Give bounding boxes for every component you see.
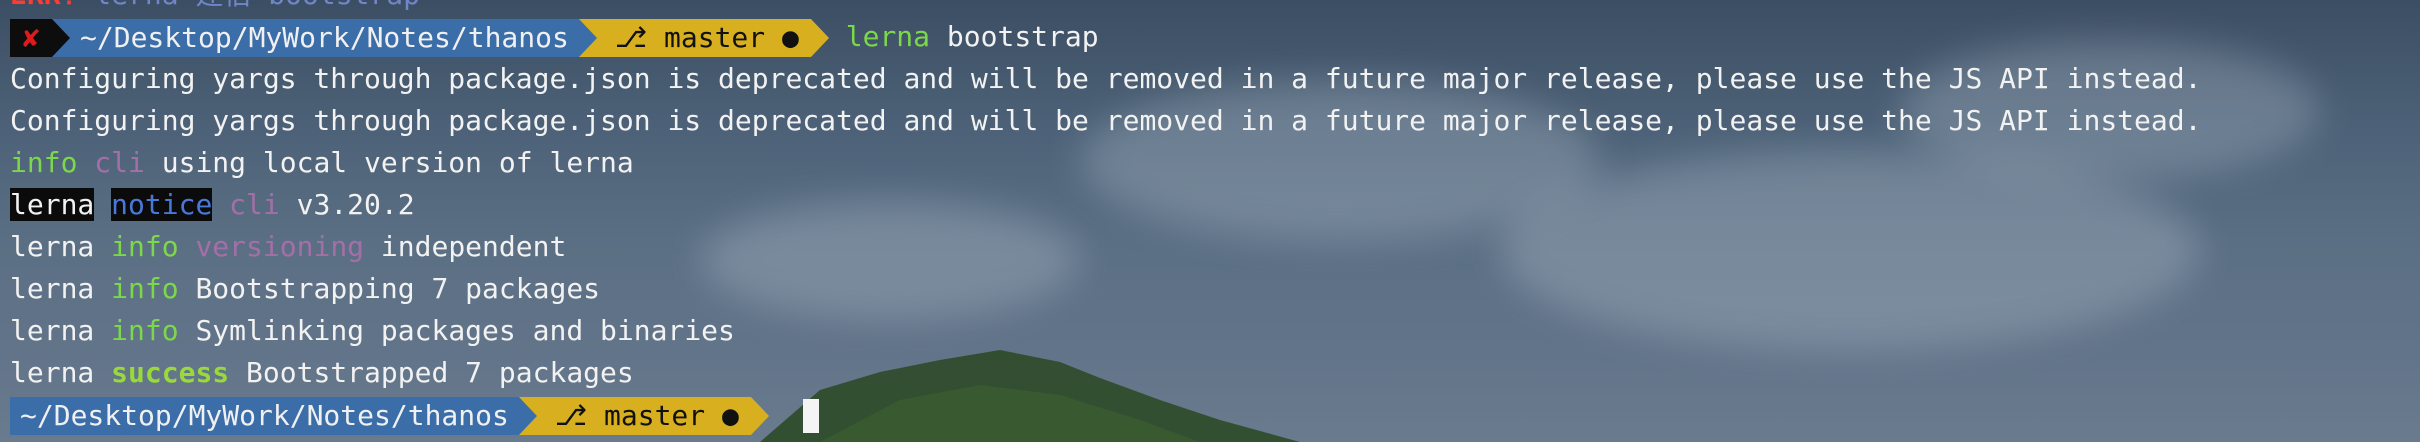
log-line-notice: lerna notice cli v3.20.2 [10, 184, 2420, 226]
log-message: v3.20.2 [296, 188, 415, 221]
log-line-symlinking: lerna info Symlinking packages and binar… [10, 310, 2420, 352]
terminal-cursor[interactable] [802, 399, 819, 433]
prompt-line-1: ✘ ~/Desktop/MyWork/Notes/thanos ⎇ master ●… [10, 16, 2420, 58]
command-tool: lerna [845, 20, 931, 53]
command-argument: bootstrap [946, 20, 1099, 53]
git-branch-icon: ⎇ [614, 21, 648, 54]
previous-command: lerna 建宿 bootstrap [94, 0, 420, 11]
log-message: independent [380, 230, 567, 263]
log-level: info [111, 230, 179, 263]
deprecation-warning-1: Configuring yargs through package.json i… [10, 62, 2202, 95]
log-message: Bootstrapped 7 packages [246, 356, 634, 389]
log-message: Bootstrapping 7 packages [195, 272, 601, 305]
git-dirty-icon: ● [782, 21, 799, 54]
log-line-info: info cli using local version of lerna [10, 142, 2420, 184]
log-line-success: lerna success Bootstrapped 7 packages [10, 352, 2420, 394]
deprecation-warning-2: Configuring yargs through package.json i… [10, 104, 2202, 137]
git-branch-segment: ⎇ master ● [536, 397, 751, 435]
prompt-path: ~/Desktop/MyWork/Notes/thanos [10, 397, 519, 435]
log-prefix: lerna [10, 314, 95, 347]
log-level: info [111, 314, 179, 347]
log-prefix: lerna [10, 188, 95, 221]
log-prefix: lerna [10, 272, 95, 305]
log-line-bootstrapping: lerna info Bootstrapping 7 packages [10, 268, 2420, 310]
log-prefix: lerna [10, 230, 95, 263]
error-label: ERR! [10, 0, 77, 11]
segment-separator-icon [52, 19, 70, 57]
log-prefix: lerna [10, 356, 95, 389]
log-level: info [10, 146, 78, 179]
git-dirty-icon: ● [722, 399, 739, 432]
git-branch-icon: ⎇ [554, 399, 588, 432]
terminal-output: ERR! lerna 建宿 bootstrap ✘ ~/Desktop/MyWor… [10, 0, 2420, 436]
log-tag: versioning [195, 230, 365, 263]
log-level: success [111, 356, 230, 389]
segment-separator-icon [750, 397, 769, 435]
log-level: notice [111, 188, 213, 221]
log-level: info [111, 272, 179, 305]
log-tag: cli [94, 146, 145, 179]
segment-separator-icon [578, 19, 597, 57]
prompt-line-2: ~/Desktop/MyWork/Notes/thanos ⎇ master ● [10, 394, 2420, 436]
log-tag: cli [229, 188, 280, 221]
git-branch-segment: ⎇ master ● [596, 19, 811, 57]
log-message: using local version of lerna [161, 146, 634, 179]
previous-command-line: ERR! lerna 建宿 bootstrap [10, 0, 2420, 16]
git-branch-name: master [604, 399, 706, 432]
segment-separator-icon [518, 397, 537, 435]
prompt-path: ~/Desktop/MyWork/Notes/thanos [70, 19, 579, 57]
log-line-versioning: lerna info versioning independent [10, 226, 2420, 268]
segment-separator-icon [810, 19, 829, 57]
git-branch-name: master [664, 21, 766, 54]
error-status-icon: ✘ [10, 19, 52, 57]
log-message: Symlinking packages and binaries [195, 314, 735, 347]
